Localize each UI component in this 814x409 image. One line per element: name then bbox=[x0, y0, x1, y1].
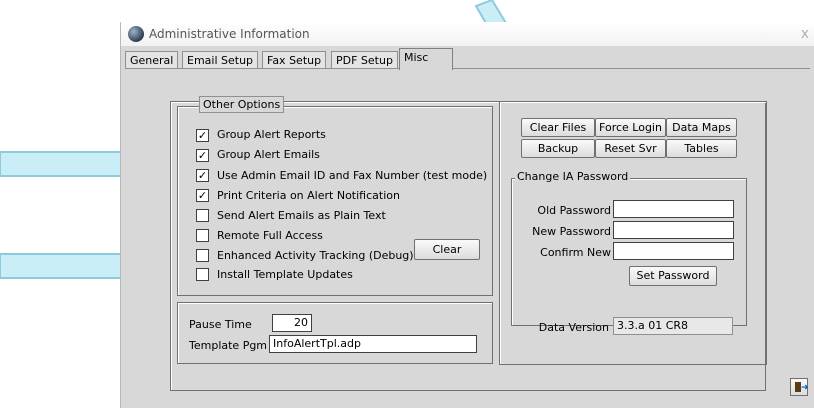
data-maps-button[interactable]: Data Maps bbox=[666, 118, 737, 137]
close-icon[interactable]: x bbox=[801, 26, 809, 42]
option-label: Group Alert Emails bbox=[217, 148, 320, 161]
tab-misc[interactable]: Misc bbox=[399, 48, 453, 70]
tab-general[interactable]: General bbox=[125, 51, 179, 69]
pause-time-field[interactable]: 20 bbox=[272, 314, 312, 332]
misc-tab-panel: Other Options ✓ Group Alert Reports ✓ Gr… bbox=[125, 68, 810, 403]
force-login-button[interactable]: Force Login bbox=[595, 118, 666, 137]
old-password-label: Old Password bbox=[537, 204, 611, 217]
remote-full-access-checkbox[interactable] bbox=[196, 229, 209, 242]
old-password-field[interactable] bbox=[613, 200, 734, 218]
option-label: Group Alert Reports bbox=[217, 128, 326, 141]
plain-text-checkbox[interactable] bbox=[196, 209, 209, 222]
option-label: Enhanced Activity Tracking (Debug) bbox=[217, 249, 414, 262]
tab-fax-setup[interactable]: Fax Setup bbox=[262, 51, 327, 69]
confirm-new-field[interactable] bbox=[613, 242, 734, 260]
admin-info-window: Administrative Information x General Ema… bbox=[120, 22, 814, 408]
new-password-label: New Password bbox=[532, 225, 611, 238]
pause-time-label: Pause Time bbox=[189, 318, 252, 331]
other-options-legend: Other Options bbox=[199, 96, 285, 113]
window-title: Administrative Information bbox=[149, 27, 310, 41]
data-version-field: 3.3.a 01 CR8 bbox=[613, 317, 733, 335]
change-password-legend: Change IA Password bbox=[515, 170, 631, 183]
globe-app-icon bbox=[128, 26, 144, 42]
new-password-field[interactable] bbox=[613, 221, 734, 239]
clear-tracking-button[interactable]: Clear bbox=[414, 239, 480, 260]
set-password-button[interactable]: Set Password bbox=[629, 266, 717, 286]
backup-button[interactable]: Backup bbox=[521, 139, 595, 158]
title-bar: Administrative Information x bbox=[121, 22, 814, 46]
group-alert-emails-checkbox[interactable]: ✓ bbox=[196, 149, 209, 162]
enhanced-tracking-checkbox[interactable] bbox=[196, 249, 209, 262]
group-alert-reports-checkbox[interactable]: ✓ bbox=[196, 129, 209, 142]
print-criteria-checkbox[interactable]: ✓ bbox=[196, 189, 209, 202]
install-template-checkbox[interactable] bbox=[196, 268, 209, 281]
test-mode-checkbox[interactable]: ✓ bbox=[196, 169, 209, 182]
arrow-right-icon: ➜ bbox=[801, 383, 809, 393]
pause-template-group bbox=[177, 302, 493, 364]
exit-door-icon[interactable]: ➜ bbox=[790, 378, 809, 396]
option-label: Send Alert Emails as Plain Text bbox=[217, 209, 386, 222]
option-label: Install Template Updates bbox=[217, 268, 353, 281]
tab-email-setup[interactable]: Email Setup bbox=[182, 51, 259, 69]
confirm-new-label: Confirm New bbox=[540, 246, 611, 259]
template-pgm-field[interactable]: InfoAlertTpl.adp bbox=[269, 335, 477, 353]
reset-svr-button[interactable]: Reset Svr bbox=[595, 139, 666, 158]
tab-pdf-setup[interactable]: PDF Setup bbox=[331, 51, 398, 69]
data-version-label: Data Version bbox=[538, 321, 609, 334]
tables-button[interactable]: Tables bbox=[666, 139, 737, 158]
option-label: Use Admin Email ID and Fax Number (test … bbox=[217, 169, 488, 182]
clear-files-button[interactable]: Clear Files bbox=[521, 118, 595, 137]
template-pgm-label: Template Pgm bbox=[189, 339, 268, 352]
option-label: Remote Full Access bbox=[217, 229, 323, 242]
option-label: Print Criteria on Alert Notification bbox=[217, 189, 400, 202]
